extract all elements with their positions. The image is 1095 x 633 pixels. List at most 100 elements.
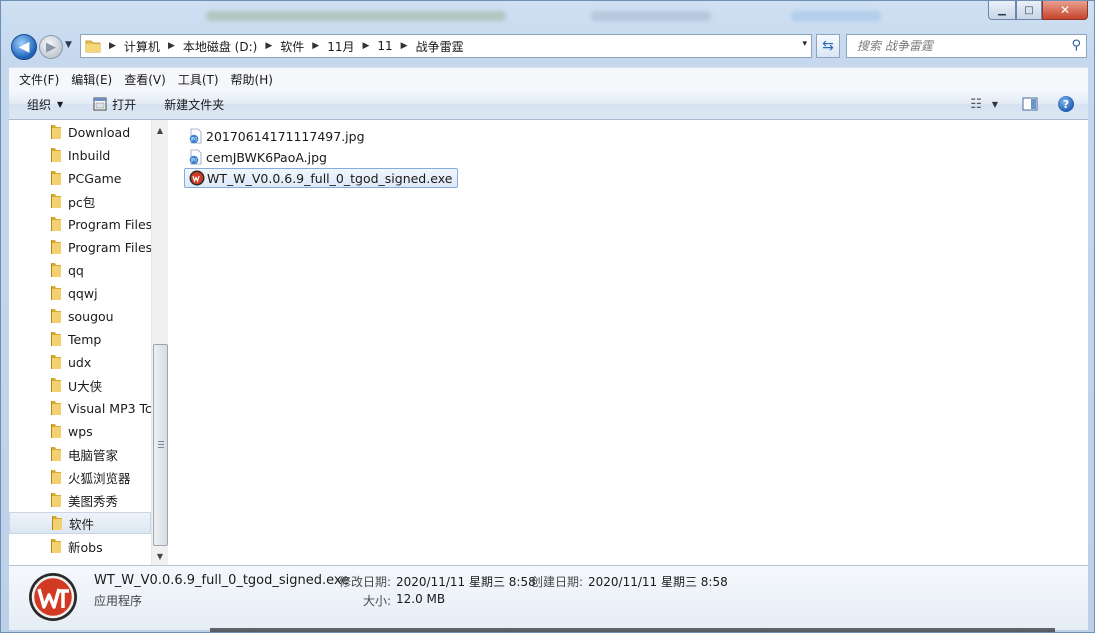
- folder-icon: [51, 309, 61, 323]
- breadcrumb-item[interactable]: 计算机: [124, 38, 160, 55]
- folder-icon: [51, 286, 61, 300]
- nav-scrollbar[interactable]: ▲ ▼: [151, 120, 168, 565]
- back-button[interactable]: ◀: [11, 34, 37, 60]
- menu-item[interactable]: 文件(F): [19, 71, 59, 88]
- organize-button[interactable]: 组织 ▼: [27, 96, 63, 113]
- menu-item[interactable]: 帮助(H): [231, 71, 273, 88]
- maximize-button[interactable]: □: [1016, 1, 1042, 20]
- file-item[interactable]: JPG cemJBWK6PaoA.jpg: [184, 147, 327, 167]
- file-name: cemJBWK6PaoA.jpg: [206, 149, 327, 165]
- arrow-left-icon: ◀: [18, 39, 30, 55]
- folder-icon: [51, 539, 61, 553]
- nav-folder-item[interactable]: U大侠: [9, 374, 151, 396]
- view-options-icon[interactable]: ☷: [970, 97, 982, 112]
- preview-pane-icon[interactable]: [1022, 97, 1038, 111]
- folder-icon: [51, 493, 61, 507]
- new-folder-button[interactable]: 新建文件夹: [164, 96, 224, 113]
- minimize-button[interactable]: ▁: [988, 1, 1016, 20]
- created-label: 创建日期:: [531, 575, 584, 589]
- nav-folder-item[interactable]: qqwj: [9, 282, 151, 304]
- close-button[interactable]: ✕: [1042, 1, 1088, 20]
- detail-file-type: 应用程序: [94, 594, 143, 608]
- nav-folder-item[interactable]: pc包: [9, 190, 151, 212]
- folder-icon: [51, 217, 61, 231]
- jpeg-file-icon: JPG: [190, 128, 202, 144]
- nav-folder-item[interactable]: 新obs: [9, 535, 151, 557]
- scroll-down-icon[interactable]: ▼: [152, 548, 168, 564]
- forward-button[interactable]: ▶: [39, 35, 63, 59]
- search-box[interactable]: ⚲: [846, 34, 1087, 58]
- nav-folder-label: 新obs: [68, 539, 103, 555]
- nav-folder-item[interactable]: Visual MP3 Tc: [9, 397, 151, 419]
- menu-item[interactable]: 编辑(E): [71, 71, 112, 88]
- nav-folder-item[interactable]: qq: [9, 259, 151, 281]
- scroll-up-icon[interactable]: ▲: [152, 122, 168, 138]
- file-item[interactable]: JPG 20170614171117497.jpg: [184, 126, 365, 146]
- breadcrumb-separator-icon[interactable]: ▶: [401, 41, 408, 51]
- nav-folder-label: 软件: [69, 516, 95, 532]
- breadcrumb-item[interactable]: 战争雷霆: [416, 38, 464, 55]
- chevron-down-icon[interactable]: ▼: [992, 100, 998, 109]
- folder-icon: [51, 194, 61, 208]
- menu-item[interactable]: 查看(V): [124, 71, 166, 88]
- nav-folder-item[interactable]: PCGame: [9, 167, 151, 189]
- detail-file-name: WT_W_V0.0.6.9_full_0_tgod_signed.exe: [94, 573, 350, 588]
- nav-folder-item[interactable]: Inbuild: [9, 144, 151, 166]
- folder-icon: [51, 148, 61, 162]
- folder-icon: [51, 355, 61, 369]
- folder-icon: [51, 332, 61, 346]
- nav-folder-label: wps: [68, 423, 93, 439]
- nav-folder-label: Program Files: [68, 239, 151, 255]
- explorer-window: ▁ □ ✕ ◀ ▶ ▼ ▶ 计算机 ▶ 本地磁盘 (D:) ▶ 软件 ▶ 11月 ▶ 11 ▶ 战争雷…: [0, 0, 1095, 633]
- folder-icon: [51, 424, 61, 438]
- open-button[interactable]: 打开: [93, 96, 136, 113]
- nav-folder-label: Visual MP3 Tc: [68, 400, 151, 416]
- size-label: 大小:: [363, 594, 392, 608]
- nav-folder-label: 火狐浏览器: [68, 470, 131, 486]
- arrow-right-icon: ▶: [46, 39, 56, 55]
- breadcrumb-separator-icon[interactable]: ▶: [362, 41, 369, 51]
- breadcrumb-item[interactable]: 11: [377, 39, 392, 53]
- chevron-down-icon: ▼: [57, 99, 64, 109]
- breadcrumb: ▶ 计算机 ▶ 本地磁盘 (D:) ▶ 软件 ▶ 11月 ▶ 11 ▶ 战争雷霆: [101, 38, 464, 55]
- navigation-row: ◀ ▶ ▼ ▶ 计算机 ▶ 本地磁盘 (D:) ▶ 软件 ▶ 11月 ▶ 11 ▶ 战争雷霆 ▾ ⇆ …: [1, 31, 1094, 63]
- breadcrumb-separator-icon[interactable]: ▶: [265, 41, 272, 51]
- folder-tree: Download Inbuild PCGame pc包 Program Files Pro…: [9, 120, 151, 565]
- open-window-icon: [93, 97, 107, 111]
- breadcrumb-item[interactable]: 11月: [327, 38, 354, 55]
- details-pane: WT_W_V0.0.6.9_full_0_tgod_signed.exe 应用程…: [9, 565, 1088, 630]
- breadcrumb-item[interactable]: 本地磁盘 (D:): [183, 38, 257, 55]
- history-dropdown-button[interactable]: ▼: [65, 40, 72, 50]
- file-list: JPG 20170614171117497.jpg JPG cemJBWK6PaoA.…: [168, 120, 1088, 565]
- nav-folder-label: Temp: [68, 331, 102, 347]
- nav-folder-item[interactable]: 美图秀秀: [9, 489, 151, 511]
- nav-folder-item[interactable]: Temp: [9, 328, 151, 350]
- search-input[interactable]: [855, 38, 1059, 54]
- breadcrumb-item[interactable]: 软件: [280, 38, 304, 55]
- help-icon[interactable]: ?: [1058, 96, 1074, 112]
- breadcrumb-separator-icon[interactable]: ▶: [312, 41, 319, 51]
- breadcrumb-separator-icon[interactable]: ▶: [109, 41, 116, 51]
- menu-item[interactable]: 工具(T): [178, 71, 219, 88]
- title-bar[interactable]: ▁ □ ✕: [1, 1, 1094, 29]
- scroll-thumb[interactable]: [153, 344, 168, 546]
- nav-folder-item[interactable]: Program Files: [9, 236, 151, 258]
- file-item[interactable]: WT_W_V0.0.6.9_full_0_tgod_signed.exe: [184, 168, 459, 188]
- refresh-button[interactable]: ⇆: [816, 34, 840, 58]
- nav-folder-item[interactable]: 电脑管家: [9, 443, 151, 465]
- folder-icon: [51, 378, 61, 392]
- search-icon[interactable]: ⚲: [1071, 38, 1081, 53]
- address-bar[interactable]: ▶ 计算机 ▶ 本地磁盘 (D:) ▶ 软件 ▶ 11月 ▶ 11 ▶ 战争雷霆 ▾: [80, 34, 812, 58]
- folder-icon: [51, 401, 61, 415]
- nav-folder-item[interactable]: wps: [9, 420, 151, 442]
- open-label: 打开: [112, 97, 137, 112]
- breadcrumb-separator-icon[interactable]: ▶: [168, 41, 175, 51]
- address-dropdown-icon[interactable]: ▾: [802, 39, 807, 49]
- nav-folder-item[interactable]: Program Files: [9, 213, 151, 235]
- nav-folder-item[interactable]: udx: [9, 351, 151, 373]
- nav-folder-item[interactable]: sougou: [9, 305, 151, 327]
- nav-folder-item[interactable]: Download: [9, 121, 151, 143]
- navigation-pane: Download Inbuild PCGame pc包 Program Files Pro…: [9, 120, 168, 565]
- nav-folder-item[interactable]: 软件: [9, 512, 151, 534]
- nav-folder-item[interactable]: 火狐浏览器: [9, 466, 151, 488]
